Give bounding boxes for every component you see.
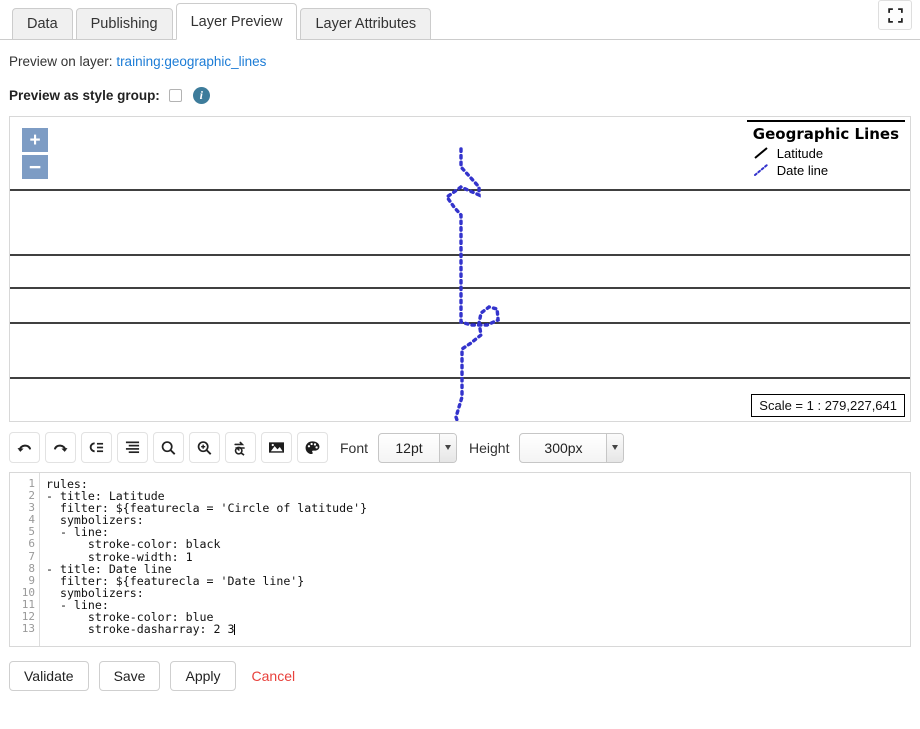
legend-item-latitude: Latitude bbox=[753, 146, 899, 161]
editor-toolbar: Font 12pt Height 300px bbox=[0, 422, 920, 463]
line-number-13: 13 bbox=[21, 622, 35, 636]
chevron-down-icon bbox=[439, 433, 457, 462]
legend-item-dateline: Date line bbox=[753, 163, 899, 178]
line-number-8: 8 bbox=[28, 561, 35, 575]
legend-title: Geographic Lines bbox=[752, 125, 899, 143]
style-group-checkbox[interactable] bbox=[168, 89, 182, 102]
replace-icon bbox=[234, 441, 245, 456]
undo-button[interactable] bbox=[9, 432, 40, 463]
color-picker-button[interactable] bbox=[297, 432, 328, 463]
cancel-link[interactable]: Cancel bbox=[252, 668, 296, 684]
legend-label-dateline: Date line bbox=[776, 163, 829, 178]
map-legend: Geographic Lines Latitude Date line bbox=[746, 120, 905, 182]
style-group-label: Preview as style group: bbox=[9, 88, 160, 103]
palette-icon bbox=[305, 440, 320, 454]
form-actions: Validate Save Apply Cancel bbox=[0, 647, 920, 691]
map-scale-box: Scale = 1 : 279,227,641 bbox=[751, 394, 905, 417]
apply-button[interactable]: Apply bbox=[170, 661, 236, 691]
preview-on-layer-row: Preview on layer: training:geographic_li… bbox=[0, 40, 920, 69]
redo-icon bbox=[53, 444, 68, 452]
find-next-button[interactable] bbox=[189, 432, 220, 463]
text-cursor bbox=[234, 624, 236, 636]
preview-on-layer-label: Preview on layer: bbox=[9, 54, 113, 69]
zoom-in-button[interactable]: + bbox=[22, 128, 48, 152]
legend-label-latitude: Latitude bbox=[776, 146, 824, 161]
font-size-select[interactable]: 12pt bbox=[378, 432, 458, 463]
zoom-out-button[interactable]: − bbox=[22, 155, 48, 179]
font-size-value: 12pt bbox=[395, 439, 423, 456]
editor-gutter: 1 2 3 4 5 6 7 8 9 10 11 12 13 bbox=[10, 473, 40, 646]
format-icon bbox=[89, 442, 104, 453]
editor-height-value: 300px bbox=[544, 439, 583, 456]
info-icon[interactable]: i bbox=[192, 87, 210, 104]
format-button[interactable] bbox=[81, 432, 112, 463]
redo-button[interactable] bbox=[45, 432, 76, 463]
fullscreen-button[interactable] bbox=[878, 0, 912, 30]
indent-icon bbox=[125, 441, 140, 454]
tab-layer-preview[interactable]: Layer Preview bbox=[175, 3, 298, 40]
line-number-6: 6 bbox=[28, 537, 35, 551]
chevron-down-icon bbox=[606, 433, 624, 462]
height-label: Height bbox=[469, 439, 510, 456]
style-code-editor[interactable]: 1 2 3 4 5 6 7 8 9 10 11 12 13 rules: - title: Latitu… bbox=[9, 472, 911, 647]
tab-data[interactable]: Data bbox=[12, 8, 73, 40]
tab-publishing[interactable]: Publishing bbox=[75, 8, 173, 40]
replace-button[interactable] bbox=[225, 432, 256, 463]
insert-image-button[interactable] bbox=[261, 432, 292, 463]
save-button[interactable]: Save bbox=[98, 661, 161, 691]
legend-swatch-latitude-icon bbox=[754, 147, 768, 159]
indent-button[interactable] bbox=[117, 432, 148, 463]
search-button[interactable] bbox=[153, 432, 184, 463]
font-label: Font bbox=[340, 439, 369, 456]
style-group-row: Preview as style group: i bbox=[0, 69, 920, 104]
layer-name-link[interactable]: training:geographic_lines bbox=[116, 54, 266, 69]
tab-bar: Data Publishing Layer Preview Layer Attr… bbox=[0, 0, 920, 40]
editor-height-select[interactable]: 300px bbox=[519, 432, 625, 463]
map-preview[interactable]: + − Geographic Lines Latitude Date line … bbox=[9, 116, 911, 422]
undo-icon bbox=[17, 444, 32, 452]
image-icon bbox=[269, 442, 284, 453]
fullscreen-icon bbox=[887, 7, 903, 23]
legend-swatch-dateline-icon bbox=[753, 164, 768, 176]
map-zoom-controls: + − bbox=[22, 128, 48, 179]
zoom-in-icon bbox=[197, 440, 212, 455]
tab-layer-attributes[interactable]: Layer Attributes bbox=[300, 8, 432, 40]
editor-code-area[interactable]: rules: - title: Latitude filter: ${featu… bbox=[40, 473, 910, 646]
search-icon bbox=[161, 440, 176, 455]
validate-button[interactable]: Validate bbox=[9, 661, 89, 691]
line-number-7: 7 bbox=[28, 549, 35, 563]
